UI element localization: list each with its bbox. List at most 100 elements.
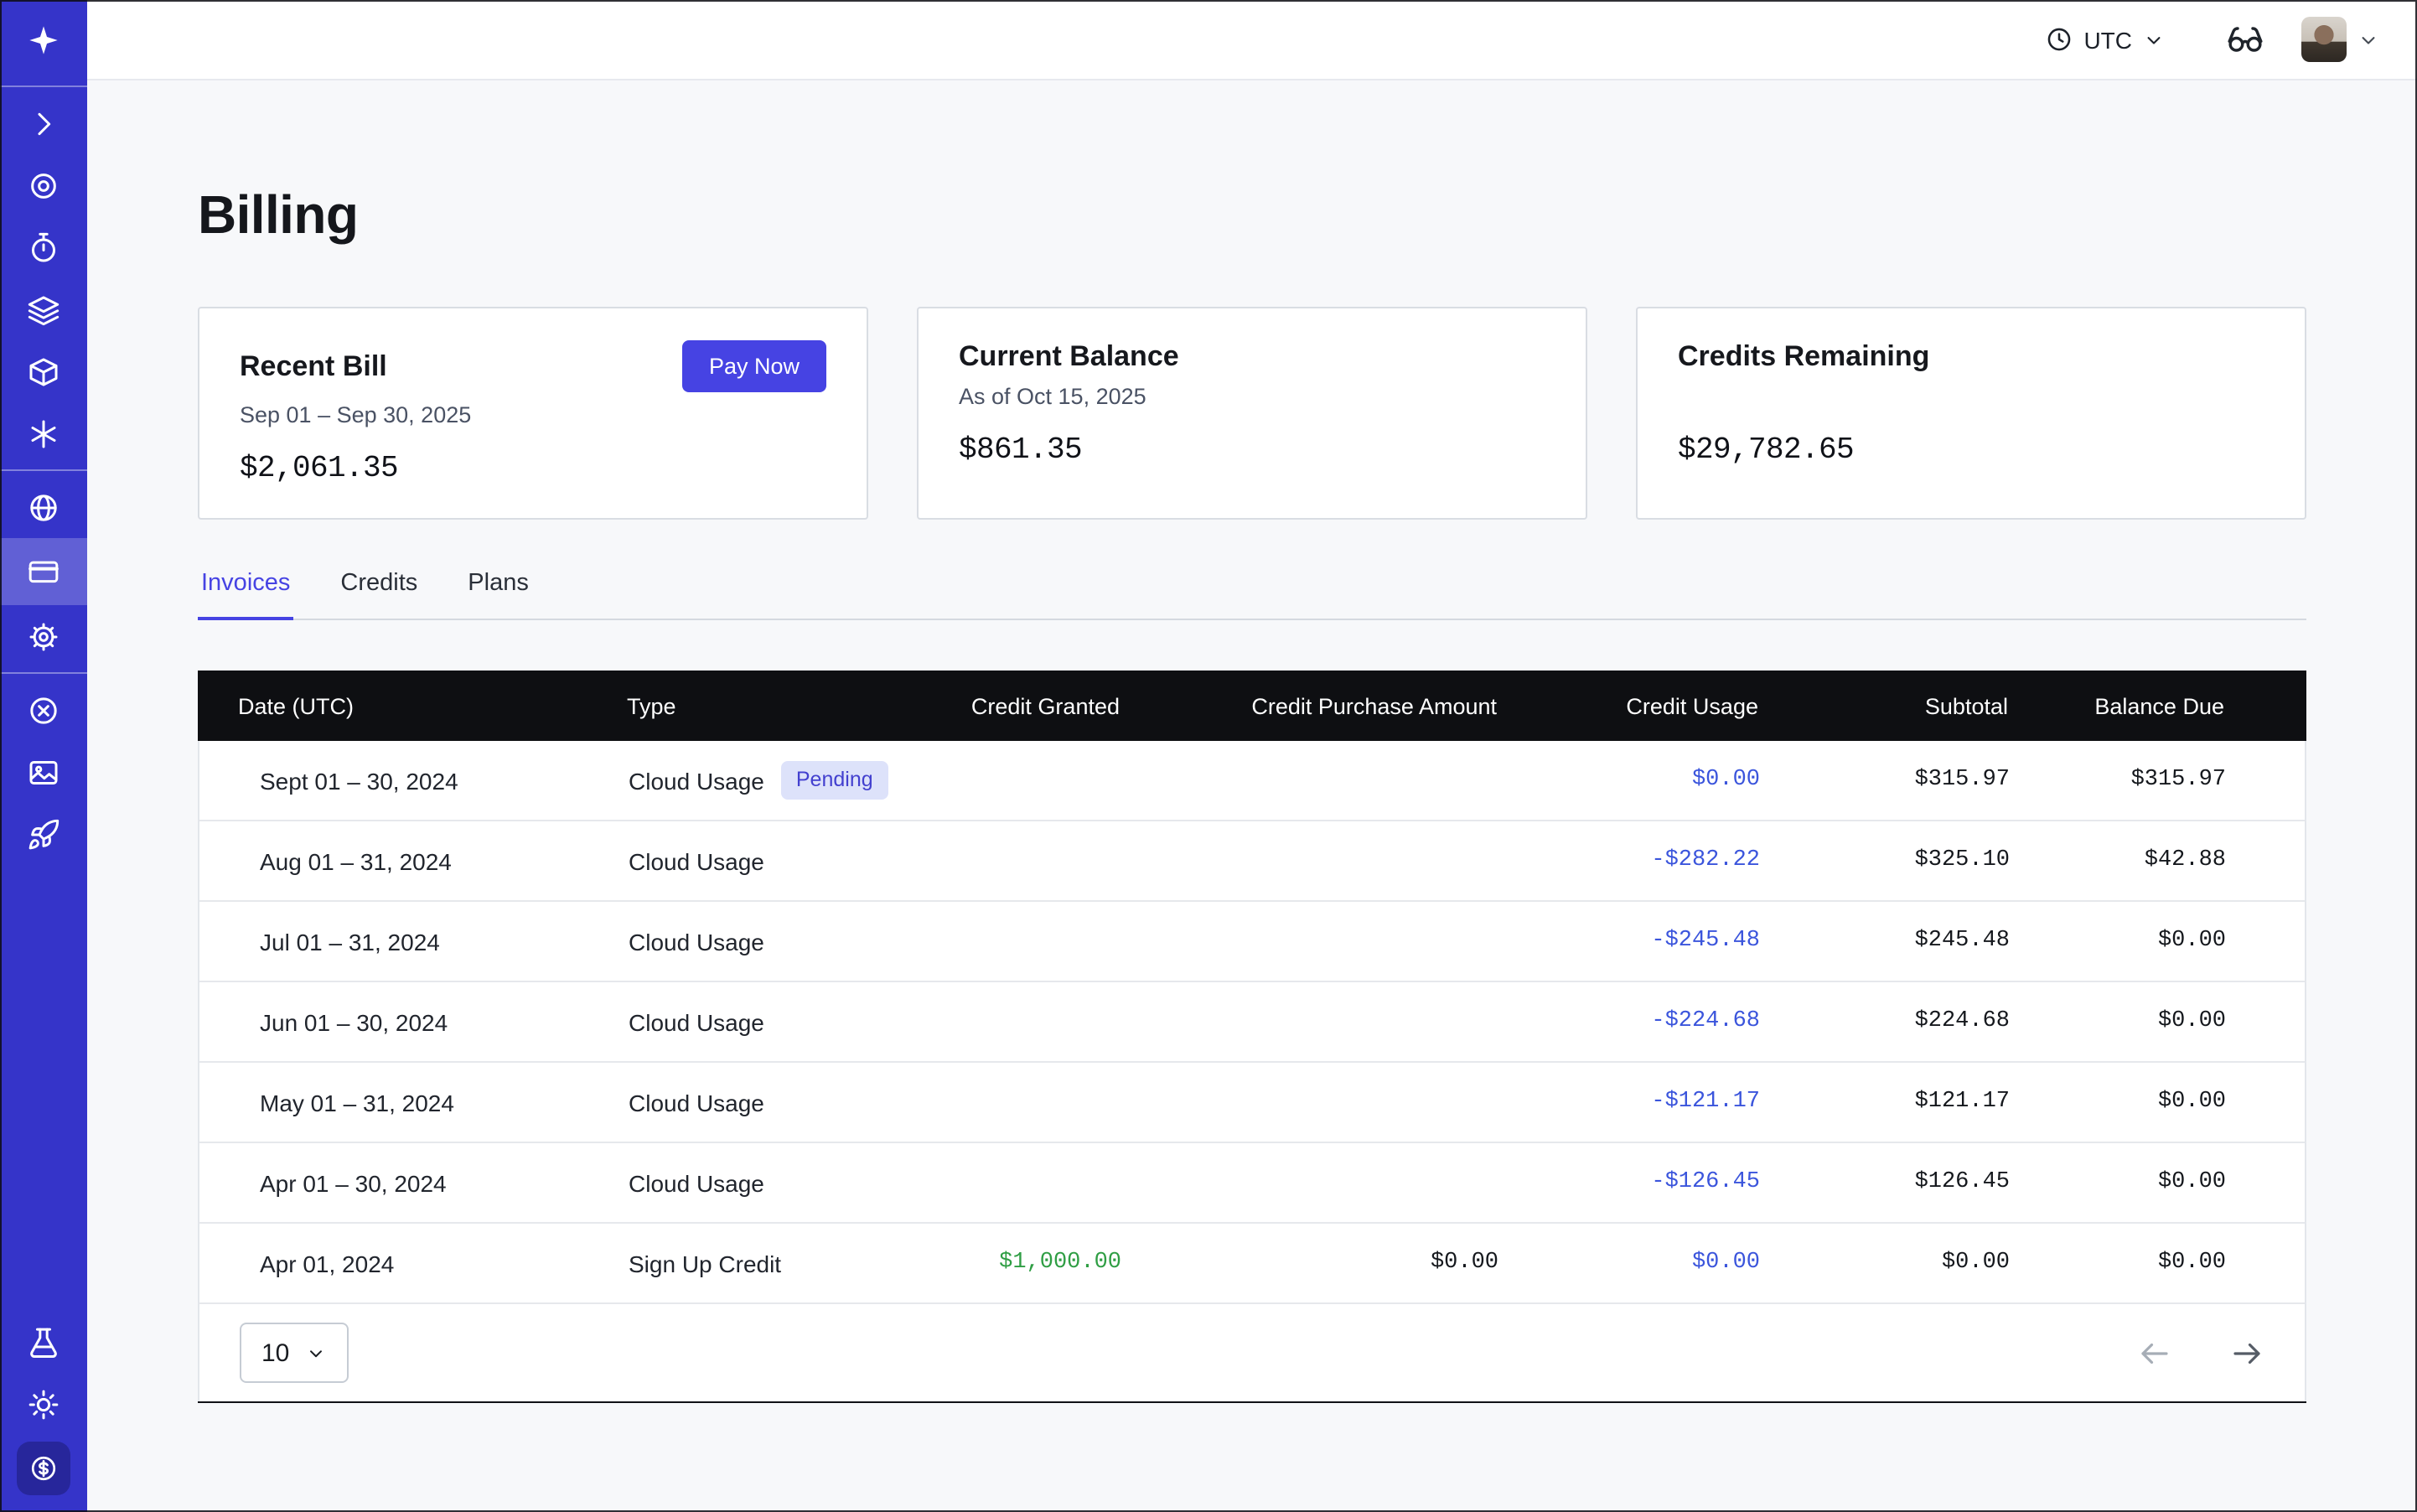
sidebar-item-timer[interactable] xyxy=(0,216,87,278)
circle-x-icon xyxy=(27,693,60,727)
balance-due: $0.00 xyxy=(2010,1251,2226,1276)
invoice-date: Apr 01, 2024 xyxy=(260,1250,394,1276)
invoice-type: Cloud Usage xyxy=(629,767,764,794)
recent-bill-card: Recent Bill Pay Now Sep 01 – Sep 30, 202… xyxy=(198,307,868,520)
page-size-value: 10 xyxy=(261,1339,289,1367)
sidebar-item-flask[interactable] xyxy=(0,1311,87,1373)
balance-due: $0.00 xyxy=(2010,1090,2226,1115)
status-badge: Pending xyxy=(781,762,888,800)
tab-credits[interactable]: Credits xyxy=(337,570,421,619)
credit-purchase-amount: $0.00 xyxy=(1121,1251,1498,1276)
globe-icon xyxy=(27,490,60,524)
invoice-row: Sept 01 – 30, 2024 Cloud Usage Pending $… xyxy=(199,741,2305,821)
credit-usage: $0.00 xyxy=(1498,768,1760,793)
balance-due: $0.00 xyxy=(2010,929,2226,954)
column-header: Subtotal xyxy=(1758,693,2008,718)
sidebar-item-circle-x[interactable] xyxy=(0,679,87,741)
sidebar-item-globe[interactable] xyxy=(0,476,87,538)
app-logo[interactable] xyxy=(0,0,87,80)
invoice-row: May 01 – 31, 2024 Cloud Usage -$121.17 $… xyxy=(199,1063,2305,1143)
credit-usage: $0.00 xyxy=(1498,1251,1760,1276)
sidebar-item-crosshair[interactable] xyxy=(0,154,87,216)
sidebar-item-dollar-circle[interactable] xyxy=(0,1435,87,1512)
sidebar-item-sun[interactable] xyxy=(0,1373,87,1435)
prev-page-button[interactable] xyxy=(2137,1335,2172,1370)
glasses-icon xyxy=(2226,20,2264,59)
credit-granted: $1,000.00 xyxy=(900,1251,1121,1276)
flask-icon xyxy=(27,1325,60,1359)
timezone-selector[interactable]: UTC xyxy=(2045,25,2166,54)
balance-due: $315.97 xyxy=(2010,768,2226,793)
column-header: Date (UTC) xyxy=(198,693,613,718)
invoice-type: Cloud Usage xyxy=(629,1089,764,1116)
asterisk-icon xyxy=(27,417,60,450)
balance-due: $0.00 xyxy=(2010,1009,2226,1034)
sidebar-item-gear[interactable] xyxy=(0,605,87,667)
layers-icon xyxy=(27,293,60,326)
card-subtitle xyxy=(1678,384,2264,412)
screen: UTC Billing Recent Bill Pay Now Sep 01 xyxy=(0,0,2417,1512)
invoice-date: Jun 01 – 30, 2024 xyxy=(260,1008,448,1035)
sidebar-item-credit-card[interactable] xyxy=(0,538,87,605)
chevron-down-icon xyxy=(2142,28,2166,51)
invoice-type: Cloud Usage xyxy=(629,847,764,874)
balance-due: $42.88 xyxy=(2010,848,2226,873)
chevron-down-icon xyxy=(304,1342,326,1364)
sidebar-item-rocket[interactable] xyxy=(0,803,87,865)
dollar-circle-icon xyxy=(17,1442,70,1495)
arrow-left-icon xyxy=(2137,1335,2172,1370)
tab-plans[interactable]: Plans xyxy=(464,570,532,619)
subtotal: $126.45 xyxy=(1760,1170,2010,1195)
column-header: Credit Purchase Amount xyxy=(1120,693,1497,718)
card-title: Recent Bill xyxy=(240,350,387,383)
sidebar-divider xyxy=(0,672,87,674)
invoice-row: Aug 01 – 31, 2024 Cloud Usage -$282.22 $… xyxy=(199,821,2305,902)
card-title: Credits Remaining xyxy=(1678,340,1929,374)
avatar xyxy=(2301,17,2347,62)
subtotal: $325.10 xyxy=(1760,848,2010,873)
tab-invoices[interactable]: Invoices xyxy=(198,570,293,620)
sidebar-item-cube[interactable] xyxy=(0,340,87,402)
invoice-type: Sign Up Credit xyxy=(629,1250,781,1276)
column-header: Credit Usage xyxy=(1497,693,1758,718)
pagination xyxy=(2137,1335,2264,1370)
sidebar xyxy=(0,0,87,1512)
app-window: UTC Billing Recent Bill Pay Now Sep 01 xyxy=(0,0,2417,1512)
sun-icon xyxy=(27,1387,60,1421)
sidebar-divider xyxy=(0,85,87,87)
sidebar-item-asterisk[interactable] xyxy=(0,402,87,464)
next-page-button[interactable] xyxy=(2229,1335,2264,1370)
rocket-icon xyxy=(27,817,60,851)
timezone-label: UTC xyxy=(2083,26,2132,53)
timer-icon xyxy=(27,230,60,264)
credit-usage: -$282.22 xyxy=(1498,848,1760,873)
account-menu[interactable] xyxy=(2301,17,2380,62)
credit-usage: -$245.48 xyxy=(1498,929,1760,954)
credit-card-icon xyxy=(27,555,60,588)
arrow-right-icon xyxy=(2229,1335,2264,1370)
invoice-type: Cloud Usage xyxy=(629,1169,764,1196)
subtotal: $315.97 xyxy=(1760,768,2010,793)
invoice-date: May 01 – 31, 2024 xyxy=(260,1089,454,1116)
sidebar-divider xyxy=(0,469,87,471)
sidebar-item-image[interactable] xyxy=(0,741,87,803)
tabs: Invoices Credits Plans xyxy=(198,570,2306,620)
sidebar-item-layers[interactable] xyxy=(0,278,87,340)
topbar: UTC xyxy=(87,0,2417,80)
card-amount: $861.35 xyxy=(959,434,1545,468)
invoice-date: Sept 01 – 30, 2024 xyxy=(260,767,458,794)
sidebar-item-chevron-right[interactable] xyxy=(0,92,87,154)
table-footer: 10 xyxy=(198,1304,2306,1401)
invoice-table-body: Sept 01 – 30, 2024 Cloud Usage Pending $… xyxy=(198,741,2306,1304)
invoice-type: Cloud Usage xyxy=(629,928,764,955)
pay-now-button[interactable]: Pay Now xyxy=(682,340,826,392)
invoice-date: Apr 01 – 30, 2024 xyxy=(260,1169,447,1196)
invoice-row: Apr 01, 2024 Sign Up Credit $1,000.00 $0… xyxy=(199,1224,2305,1304)
page-size-select[interactable]: 10 xyxy=(240,1323,348,1383)
credit-usage: -$224.68 xyxy=(1498,1009,1760,1034)
card-title: Current Balance xyxy=(959,340,1179,374)
invoice-date: Jul 01 – 31, 2024 xyxy=(260,928,440,955)
glasses-button[interactable] xyxy=(2226,20,2264,59)
main-column: UTC Billing Recent Bill Pay Now Sep 01 xyxy=(87,0,2417,1512)
summary-cards: Recent Bill Pay Now Sep 01 – Sep 30, 202… xyxy=(198,307,2306,520)
